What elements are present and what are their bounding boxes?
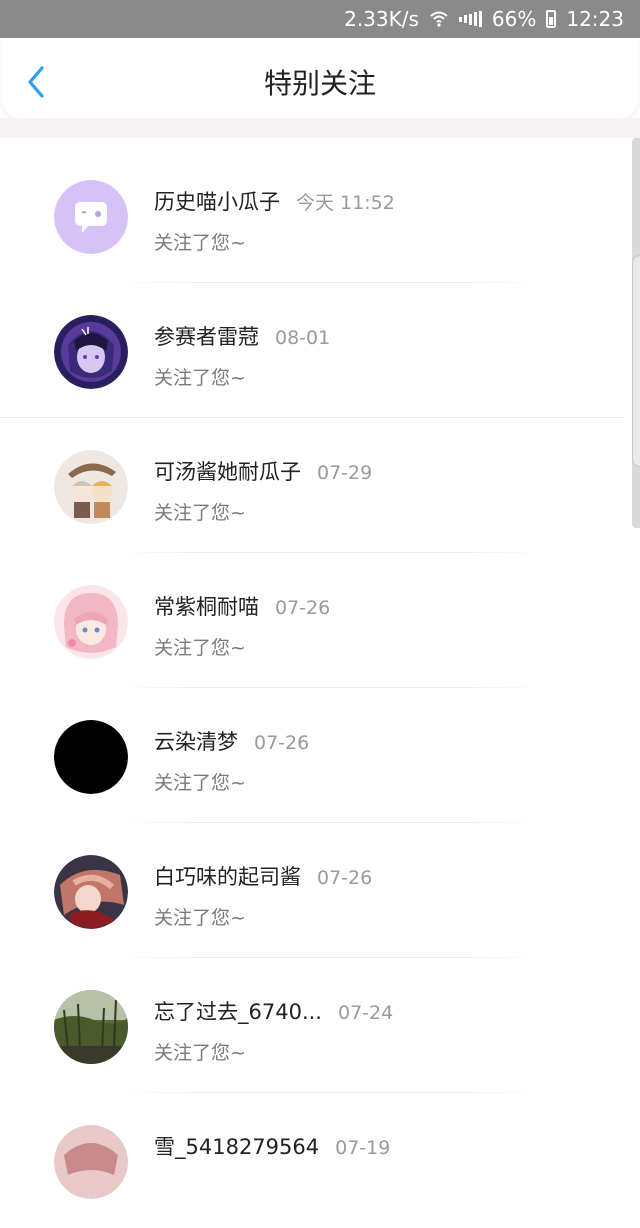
item-description: 关注了您~ — [154, 232, 246, 254]
item-date: 今天 11:52 — [296, 192, 395, 214]
item-date: 07-19 — [335, 1137, 391, 1159]
user-name: 云染清梦 — [154, 730, 238, 754]
item-name-row: 常紫桐耐喵 07-26 — [154, 591, 330, 621]
clock: 12:23 — [566, 7, 624, 31]
avatar[interactable] — [54, 990, 128, 1064]
avatar[interactable] — [54, 315, 128, 389]
avatar[interactable] — [54, 450, 128, 524]
item-description: 关注了您~ — [154, 367, 246, 389]
status-bar: 2.33K/s 66% 12:23 — [0, 0, 640, 38]
avatar[interactable] — [54, 720, 128, 794]
user-name: 参赛者雷蒄 — [154, 325, 259, 349]
battery-icon — [546, 10, 557, 28]
user-avatar-image — [54, 1125, 128, 1199]
item-date: 07-26 — [317, 867, 373, 889]
user-name: 雪_5418279564 — [154, 1135, 320, 1159]
user-avatar-image — [54, 990, 128, 1064]
list-item[interactable]: 可汤酱她耐瓜子 07-29 关注了您~ — [0, 418, 632, 553]
follower-list: 历史喵小瓜子今天 11:52 关注了您~ 参赛者雷蒄 08-01 关注了您~ — [0, 148, 640, 1228]
list-item[interactable]: 历史喵小瓜子 今天 11:52 关注了您~ — [0, 148, 632, 283]
item-description: 关注了您~ — [154, 772, 246, 794]
item-description: 关注了您~ — [154, 502, 246, 524]
user-avatar-image — [54, 855, 128, 929]
app-header: 特别关注 — [2, 40, 638, 118]
item-name-row: 白巧味的起司酱 07-26 — [154, 861, 372, 891]
list-item[interactable]: 云染清梦 07-26 关注了您~ — [0, 688, 632, 823]
avatar[interactable] — [54, 1125, 128, 1199]
item-date: 08-01 — [275, 327, 331, 349]
signal-icon — [458, 11, 482, 27]
list-item[interactable]: 白巧味的起司酱 07-26 关注了您~ — [0, 823, 632, 958]
chat-bubble-icon — [54, 180, 128, 254]
user-name: 忘了过去_6740... — [154, 1000, 322, 1024]
user-avatar-image — [54, 720, 128, 794]
list-item[interactable]: 忘了过去_6740... 07-24 关注了您~ — [0, 958, 632, 1093]
avatar[interactable] — [54, 855, 128, 929]
list-item[interactable]: 参赛者雷蒄 08-01 关注了您~ — [0, 283, 632, 418]
user-name: 历史喵小瓜子 — [154, 190, 280, 214]
page-title: 特别关注 — [263, 67, 376, 100]
wifi-icon — [429, 10, 449, 28]
avatar[interactable] — [54, 585, 128, 659]
user-avatar-image — [54, 315, 128, 389]
item-date: 07-24 — [337, 1002, 394, 1024]
item-name-row: 雪_5418279564 07-19 — [154, 1131, 390, 1161]
item-name-row: 忘了过去_6740... 07-24 — [154, 996, 393, 1026]
user-avatar-image — [54, 585, 128, 659]
item-date: 07-26 — [254, 732, 310, 754]
network-speed: 2.33K/s — [344, 7, 419, 31]
avatar[interactable] — [54, 180, 128, 254]
header-spacer — [0, 118, 640, 138]
item-date: 07-29 — [317, 462, 373, 484]
list-item[interactable]: 常紫桐耐喵 07-26 关注了您~ — [0, 553, 632, 688]
item-description: 关注了您~ — [154, 1042, 246, 1064]
item-name-row: 历史喵小瓜子 今天 11:52 — [154, 186, 395, 216]
user-name: 常紫桐耐喵 — [154, 595, 259, 619]
list-item[interactable]: 雪_5418279564 07-19 — [0, 1093, 632, 1228]
battery-percent: 66% — [491, 7, 537, 31]
item-name-row: 可汤酱她耐瓜子 07-29 — [154, 456, 372, 486]
item-date: 07-26 — [275, 597, 331, 619]
user-avatar-image — [54, 450, 128, 524]
item-name-row: 云染清梦 07-26 — [154, 726, 309, 756]
item-name-row: 参赛者雷蒄 08-01 — [154, 321, 330, 351]
user-name: 可汤酱她耐瓜子 — [154, 460, 301, 484]
user-name: 白巧味的起司酱 — [154, 865, 301, 889]
item-description: 关注了您~ — [154, 907, 246, 929]
item-description: 关注了您~ — [154, 637, 246, 659]
